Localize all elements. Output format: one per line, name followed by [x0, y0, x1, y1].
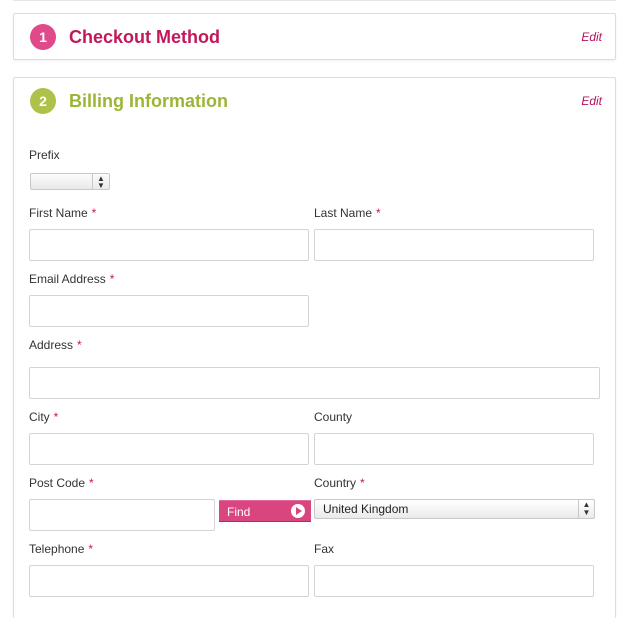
address-input[interactable]	[29, 367, 600, 399]
checkout-method-title[interactable]: Checkout Method	[69, 26, 220, 48]
first-name-input[interactable]	[29, 229, 309, 261]
telephone-label-text: Telephone	[29, 542, 85, 556]
last-name-label-text: Last Name	[314, 206, 373, 220]
city-label-text: City	[29, 410, 50, 424]
required-asterisk: *	[77, 338, 82, 352]
prefix-label: Prefix	[29, 148, 60, 162]
step-number-badge: 1	[30, 24, 56, 50]
required-asterisk: *	[88, 542, 94, 556]
required-asterisk: *	[376, 206, 381, 220]
city-label: City *	[29, 410, 58, 424]
address-label-text: Address	[29, 338, 74, 352]
fax-label: Fax	[314, 542, 335, 556]
email-input[interactable]	[29, 295, 309, 327]
first-name-label-text: First Name	[29, 206, 88, 220]
telephone-label: Telephone *	[29, 542, 93, 556]
city-input[interactable]	[29, 433, 309, 465]
last-name-input[interactable]	[314, 229, 594, 261]
required-asterisk: *	[89, 476, 94, 490]
required-asterisk: *	[360, 476, 365, 490]
county-label: County	[314, 410, 353, 424]
post-code-input[interactable]	[29, 499, 215, 531]
post-code-label: Post Code *	[29, 476, 94, 490]
country-label-text: Country	[314, 476, 357, 490]
billing-information-title[interactable]: Billing Information	[69, 90, 228, 112]
top-divider	[13, 0, 616, 1]
last-name-label: Last Name *	[314, 206, 381, 220]
billing-information-panel: 2 Billing Information Edit Prefix ▲ ▼ Fir…	[13, 77, 616, 618]
country-label: Country *	[314, 476, 365, 490]
find-address-button[interactable]: Find	[219, 500, 311, 522]
telephone-input[interactable]	[29, 565, 309, 597]
play-circle-icon	[291, 504, 305, 518]
address-label: Address *	[29, 338, 82, 352]
select-arrows-icon: ▲ ▼	[578, 500, 594, 518]
required-asterisk: *	[109, 272, 115, 286]
post-code-label-text: Post Code	[29, 476, 86, 490]
checkout-method-panel: 1 Checkout Method Edit	[13, 13, 616, 60]
first-name-label: First Name *	[29, 206, 96, 220]
country-selected-value: United Kingdom	[323, 502, 409, 516]
edit-billing-information-link[interactable]: Edit	[581, 94, 602, 108]
prefix-select[interactable]: ▲ ▼	[30, 173, 110, 190]
required-asterisk: *	[91, 206, 97, 220]
required-asterisk: *	[53, 410, 59, 424]
select-arrows-icon: ▲ ▼	[92, 174, 109, 190]
county-input[interactable]	[314, 433, 594, 465]
country-select[interactable]: United Kingdom ▲ ▼	[314, 499, 595, 519]
email-label-text: Email Address	[29, 272, 106, 286]
email-label: Email Address *	[29, 272, 114, 286]
edit-checkout-method-link[interactable]: Edit	[581, 30, 602, 44]
fax-input[interactable]	[314, 565, 594, 597]
find-button-label: Find	[227, 505, 251, 519]
step-number-badge: 2	[30, 88, 56, 114]
